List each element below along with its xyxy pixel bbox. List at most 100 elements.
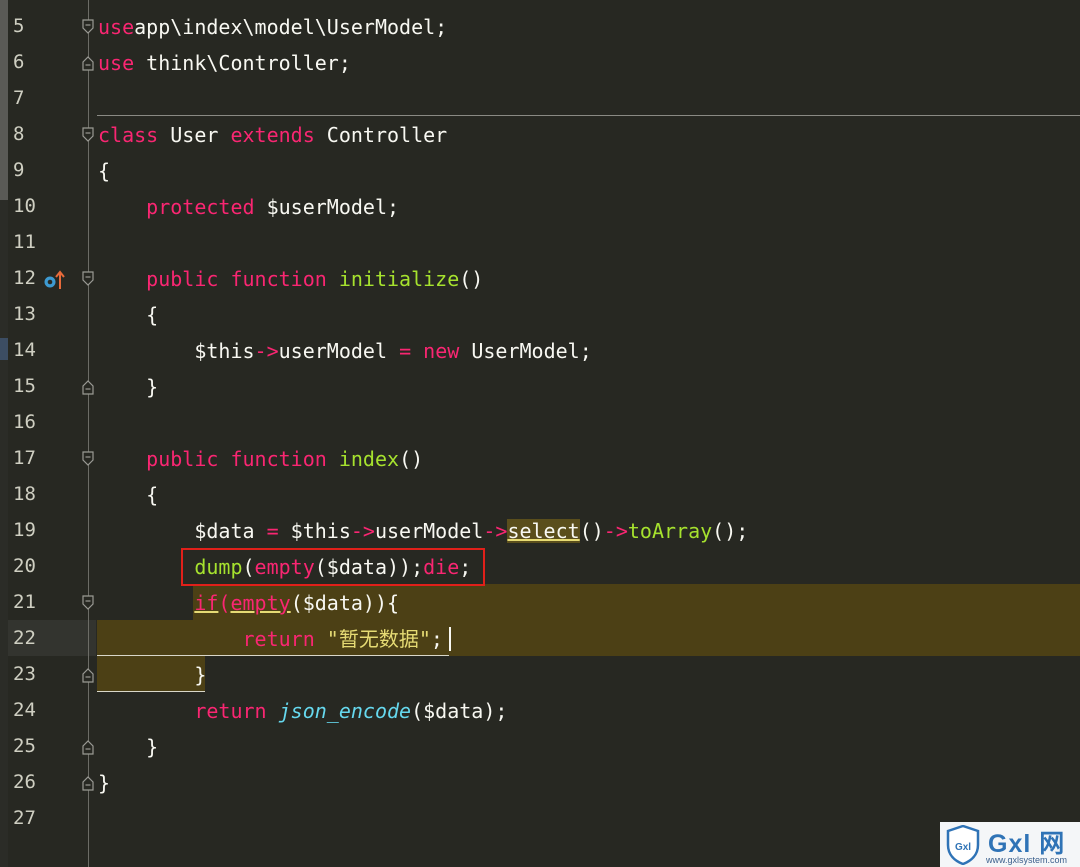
code-token: class xyxy=(98,123,159,147)
fold-end-icon[interactable] xyxy=(82,55,94,71)
code-text[interactable]: return "暂无数据"; xyxy=(98,626,443,652)
fold-collapse-icon[interactable] xyxy=(82,127,94,143)
code-text[interactable]: use think\Controller; xyxy=(98,50,351,76)
code-line[interactable]: 18 { xyxy=(0,477,1080,513)
fold-end-icon[interactable] xyxy=(82,739,94,755)
code-token: User xyxy=(158,123,231,147)
code-token: use xyxy=(98,15,135,39)
code-text[interactable]: class User extends Controller xyxy=(98,122,447,148)
code-text[interactable]: public function index() xyxy=(98,446,423,472)
code-line[interactable]: 8 class User extends Controller xyxy=(0,117,1080,153)
code-text[interactable]: if(empty($data)){ xyxy=(98,590,399,616)
code-line[interactable]: 10 protected $userModel; xyxy=(0,189,1080,225)
code-text[interactable]: } xyxy=(98,770,110,796)
code-line[interactable]: 11 xyxy=(0,225,1080,261)
code-text[interactable]: } xyxy=(98,662,206,688)
code-text[interactable]: $this->userModel = new UserModel; xyxy=(98,338,592,364)
code-token: UserModel; xyxy=(459,339,592,363)
code-token: userModel xyxy=(278,339,400,363)
code-token: "暂无数据" xyxy=(326,627,431,651)
code-token: -> xyxy=(603,519,628,543)
code-line[interactable]: 7 xyxy=(0,81,1080,117)
code-line[interactable]: 16 xyxy=(0,405,1080,441)
code-line[interactable]: 17 public function index() xyxy=(0,441,1080,477)
override-method-icon[interactable] xyxy=(43,269,65,291)
code-token: think\Controller; xyxy=(134,51,351,75)
line-number: 17 xyxy=(13,447,36,469)
code-line[interactable]: 25 } xyxy=(0,729,1080,765)
code-text[interactable]: useapp\index\model\UserModel; xyxy=(98,14,447,40)
code-token: if xyxy=(194,591,219,615)
code-line[interactable]: 5 useapp\index\model\UserModel; xyxy=(0,9,1080,45)
code-line[interactable]: 21 if(empty($data)){ xyxy=(0,585,1080,621)
code-token: } xyxy=(98,375,159,399)
code-editor[interactable]: 5 useapp\index\model\UserModel; 6 use think… xyxy=(0,0,1080,867)
code-text[interactable]: { xyxy=(98,482,158,508)
svg-text:Gxl: Gxl xyxy=(955,842,971,853)
code-line[interactable]: 13 { xyxy=(0,297,1080,333)
code-token: { xyxy=(98,159,111,183)
code-line[interactable]: 12 public function initialize() xyxy=(0,261,1080,297)
code-token: ($data)){ xyxy=(290,591,400,615)
code-token: protected xyxy=(146,195,255,219)
code-token: { xyxy=(98,483,159,507)
code-line[interactable]: 15 } xyxy=(0,369,1080,405)
text-caret xyxy=(449,627,451,651)
code-token: json_encode xyxy=(278,699,412,723)
code-token: select xyxy=(507,519,580,543)
fold-end-icon[interactable] xyxy=(82,775,94,791)
fold-collapse-icon[interactable] xyxy=(82,19,94,35)
code-token: function xyxy=(230,447,327,471)
code-token: toArray xyxy=(627,519,713,543)
code-token: return xyxy=(242,627,315,651)
code-text[interactable]: { xyxy=(98,302,158,328)
code-line[interactable]: 26} xyxy=(0,765,1080,801)
code-token: -> xyxy=(350,519,375,543)
code-token: extends xyxy=(230,123,315,147)
code-token: } xyxy=(98,735,159,759)
code-line[interactable]: 20 dump(empty($data));die; xyxy=(0,549,1080,585)
code-token: { xyxy=(98,303,159,327)
code-line[interactable]: 27 xyxy=(0,801,1080,837)
fold-end-icon[interactable] xyxy=(82,667,94,683)
line-number: 9 xyxy=(13,159,25,181)
watermark-logo: Gxl Gxl 网 www.gxlsystem.com xyxy=(940,822,1080,867)
code-line[interactable]: 9{ xyxy=(0,153,1080,189)
code-text[interactable]: public function initialize() xyxy=(98,266,483,292)
code-token: empty xyxy=(230,591,291,615)
code-text[interactable]: } xyxy=(98,374,158,400)
code-text[interactable]: $data = $this->userModel->select()->toAr… xyxy=(98,518,748,544)
code-text[interactable]: return json_encode($data); xyxy=(98,698,507,724)
code-token: () xyxy=(399,447,424,471)
code-line[interactable]: 19 $data = $this->userModel->select()->t… xyxy=(0,513,1080,549)
code-line[interactable]: 24 return json_encode($data); xyxy=(0,693,1080,729)
watermark-url: www.gxlsystem.com xyxy=(986,855,1068,865)
code-token: = xyxy=(266,519,279,543)
fold-end-icon[interactable] xyxy=(82,379,94,395)
code-line[interactable]: 22 return "暂无数据"; xyxy=(0,621,1080,657)
code-text[interactable]: } xyxy=(98,734,158,760)
line-number: 5 xyxy=(13,15,25,37)
line-number: 25 xyxy=(13,735,36,757)
code-token: ; xyxy=(430,627,443,651)
line-number: 13 xyxy=(13,303,36,325)
fold-collapse-icon[interactable] xyxy=(82,451,94,467)
code-line[interactable]: 23 } xyxy=(0,657,1080,693)
fold-collapse-icon[interactable] xyxy=(82,595,94,611)
code-token: return xyxy=(194,699,267,723)
code-token: $data xyxy=(98,519,267,543)
code-text[interactable]: protected $userModel; xyxy=(98,194,399,220)
code-line[interactable]: 14 $this->userModel = new UserModel; xyxy=(0,333,1080,369)
fold-collapse-icon[interactable] xyxy=(82,271,94,287)
code-text[interactable]: { xyxy=(98,158,110,184)
code-token: ( xyxy=(218,591,231,615)
code-token: app\index\model\UserModel; xyxy=(134,15,448,39)
code-line[interactable]: 6 use think\Controller; xyxy=(0,45,1080,81)
code-token: () xyxy=(459,267,484,291)
line-number: 15 xyxy=(13,375,36,397)
